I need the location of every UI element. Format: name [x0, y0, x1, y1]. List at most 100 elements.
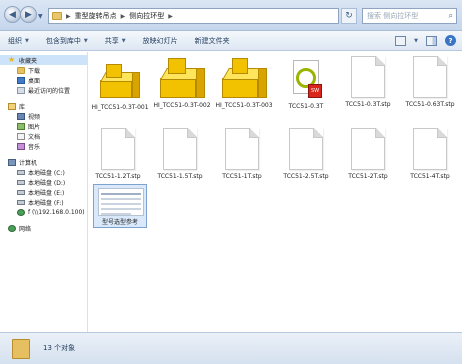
file-item[interactable]: HI_TCC51-0.3T-002 [153, 56, 211, 110]
file-item-selected[interactable]: 型号选型参考 [93, 184, 147, 228]
new-folder-label: 新建文件夹 [194, 36, 230, 45]
breadcrumb-separator[interactable]: ▶ [66, 13, 71, 20]
share-label: 共享 [104, 36, 119, 45]
nav-drive-e[interactable]: 本地磁盘 (E:) [0, 187, 87, 197]
document-icon [163, 128, 197, 170]
file-name: TCC51-4T.stp [410, 173, 450, 180]
back-arrow-icon: ◀ [9, 9, 16, 20]
document-icon [351, 56, 385, 98]
file-name: TCC51-1.5T.stp [157, 173, 203, 180]
nav-label: 本地磁盘 (F:) [28, 199, 64, 207]
breadcrumb-separator[interactable]: ▶ [121, 13, 126, 20]
file-item[interactable]: TCC51-2T.stp [339, 128, 397, 181]
document-icon [351, 128, 385, 170]
file-item[interactable]: TCC51-1T.stp [213, 128, 271, 181]
nav-libraries[interactable]: 库 [0, 101, 87, 111]
nav-network[interactable]: 网络 [0, 223, 87, 233]
documents-library-icon [17, 132, 25, 140]
nav-drive-c[interactable]: 本地磁盘 (C:) [0, 167, 87, 177]
share-menu[interactable]: 共享 ▼ [105, 36, 126, 46]
breadcrumb-item[interactable]: 侧向拉环型 [129, 11, 164, 21]
refresh-button[interactable]: ↻ [341, 8, 357, 24]
nav-label: 网络 [19, 225, 32, 233]
file-item[interactable]: TCC51-1.2T.stp [89, 128, 147, 181]
recent-places-icon [17, 86, 25, 94]
nav-music[interactable]: 音乐 [0, 141, 87, 151]
file-name: HI_TCC51-0.3T-002 [153, 102, 211, 109]
file-name: TCC51-2T.stp [348, 173, 388, 180]
file-item[interactable]: SW TCC51-0.3T [277, 60, 335, 111]
nav-recent-places[interactable]: 最近访问的位置 [0, 85, 87, 95]
slideshow-button[interactable]: 放映幻灯片 [143, 36, 178, 46]
nav-label: 最近访问的位置 [28, 87, 71, 95]
nav-videos[interactable]: 视频 [0, 111, 87, 121]
help-icon[interactable]: ? [445, 35, 456, 46]
file-item[interactable]: TCC51-0.63T.stp [401, 56, 459, 109]
library-icon [8, 102, 16, 110]
file-name: TCC51-0.3T.stp [345, 101, 391, 108]
file-name: 型号选型参考 [101, 219, 138, 226]
search-input[interactable]: 搜索 侧向拉环型 ⌕ [362, 8, 457, 24]
nav-drive-d[interactable]: 本地磁盘 (D:) [0, 177, 87, 187]
star-icon: ★ [8, 55, 16, 64]
image-thumbnail [98, 188, 144, 216]
document-icon [289, 128, 323, 170]
document-icon [101, 128, 135, 170]
file-name: HI_TCC51-0.3T-001 [91, 104, 149, 111]
file-item[interactable]: TCC51-0.3T.stp [339, 56, 397, 109]
document-icon [413, 128, 447, 170]
chevron-down-icon: ▼ [83, 37, 88, 44]
drive-icon [17, 179, 25, 185]
network-drive-icon [17, 208, 25, 216]
nav-label: 库 [19, 103, 26, 111]
folder-icon [12, 339, 30, 359]
preview-pane-icon[interactable] [426, 35, 437, 46]
video-library-icon [17, 112, 25, 120]
file-name: TCC51-0.63T.stp [405, 101, 455, 108]
organize-menu[interactable]: 组织 ▼ [8, 36, 29, 46]
pictures-library-icon [17, 122, 25, 130]
back-button[interactable]: ◀ [4, 6, 21, 23]
part-model-icon [96, 58, 144, 102]
recent-pages-dropdown[interactable]: ▼ [38, 13, 43, 20]
file-item[interactable]: HI_TCC51-0.3T-001 [91, 58, 149, 112]
file-list[interactable]: HI_TCC51-0.3T-001 HI_TCC51-0.3T-002 HI_T… [89, 52, 462, 332]
item-count: 13 个对象 [43, 344, 76, 352]
drive-icon [17, 189, 25, 195]
nav-label: 文档 [28, 133, 41, 141]
file-item[interactable]: TCC51-2.5T.stp [277, 128, 335, 181]
file-item[interactable]: TCC51-4T.stp [401, 128, 459, 181]
nav-label: f (\\192.168.0.100) [28, 208, 85, 216]
nav-desktop[interactable]: 桌面 [0, 75, 87, 85]
nav-pictures[interactable]: 图片 [0, 121, 87, 131]
nav-label: 下载 [28, 67, 41, 75]
nav-label: 本地磁盘 (D:) [28, 179, 66, 187]
new-folder-button[interactable]: 新建文件夹 [195, 36, 230, 46]
computer-icon [8, 158, 16, 166]
nav-drive-f[interactable]: 本地磁盘 (F:) [0, 197, 87, 207]
address-bar[interactable]: ▶ 重型旋转吊点 ▶ 侧向拉环型 ▶ [48, 8, 339, 24]
search-icon: ⌕ [448, 11, 453, 20]
file-item[interactable]: HI_TCC51-0.3T-003 [215, 56, 273, 110]
file-name: TCC51-1T.stp [222, 173, 262, 180]
nav-label: 收藏夹 [19, 57, 38, 65]
breadcrumb-item[interactable]: 重型旋转吊点 [75, 11, 117, 21]
breadcrumb-separator[interactable]: ▶ [168, 13, 173, 20]
change-view-icon[interactable] [395, 35, 407, 46]
nav-label: 音乐 [28, 143, 41, 151]
nav-favorites[interactable]: ★ 收藏夹 [0, 55, 87, 65]
refresh-icon: ↻ [345, 11, 353, 21]
chevron-down-icon[interactable]: ▼ [414, 38, 418, 44]
forward-button[interactable]: ▶ [20, 6, 37, 23]
nav-label: 计算机 [19, 159, 38, 167]
drive-icon [17, 199, 25, 205]
include-in-library-label: 包含到库中 [45, 36, 81, 45]
include-in-library-menu[interactable]: 包含到库中 ▼ [46, 36, 88, 46]
nav-network-drive[interactable]: f (\\192.168.0.100) [0, 207, 87, 217]
nav-downloads[interactable]: 下载 [0, 65, 87, 75]
nav-label: 本地磁盘 (C:) [28, 169, 65, 177]
nav-documents[interactable]: 文档 [0, 131, 87, 141]
nav-computer[interactable]: 计算机 [0, 157, 87, 167]
file-item[interactable]: TCC51-1.5T.stp [151, 128, 209, 181]
nav-label: 桌面 [28, 77, 41, 85]
